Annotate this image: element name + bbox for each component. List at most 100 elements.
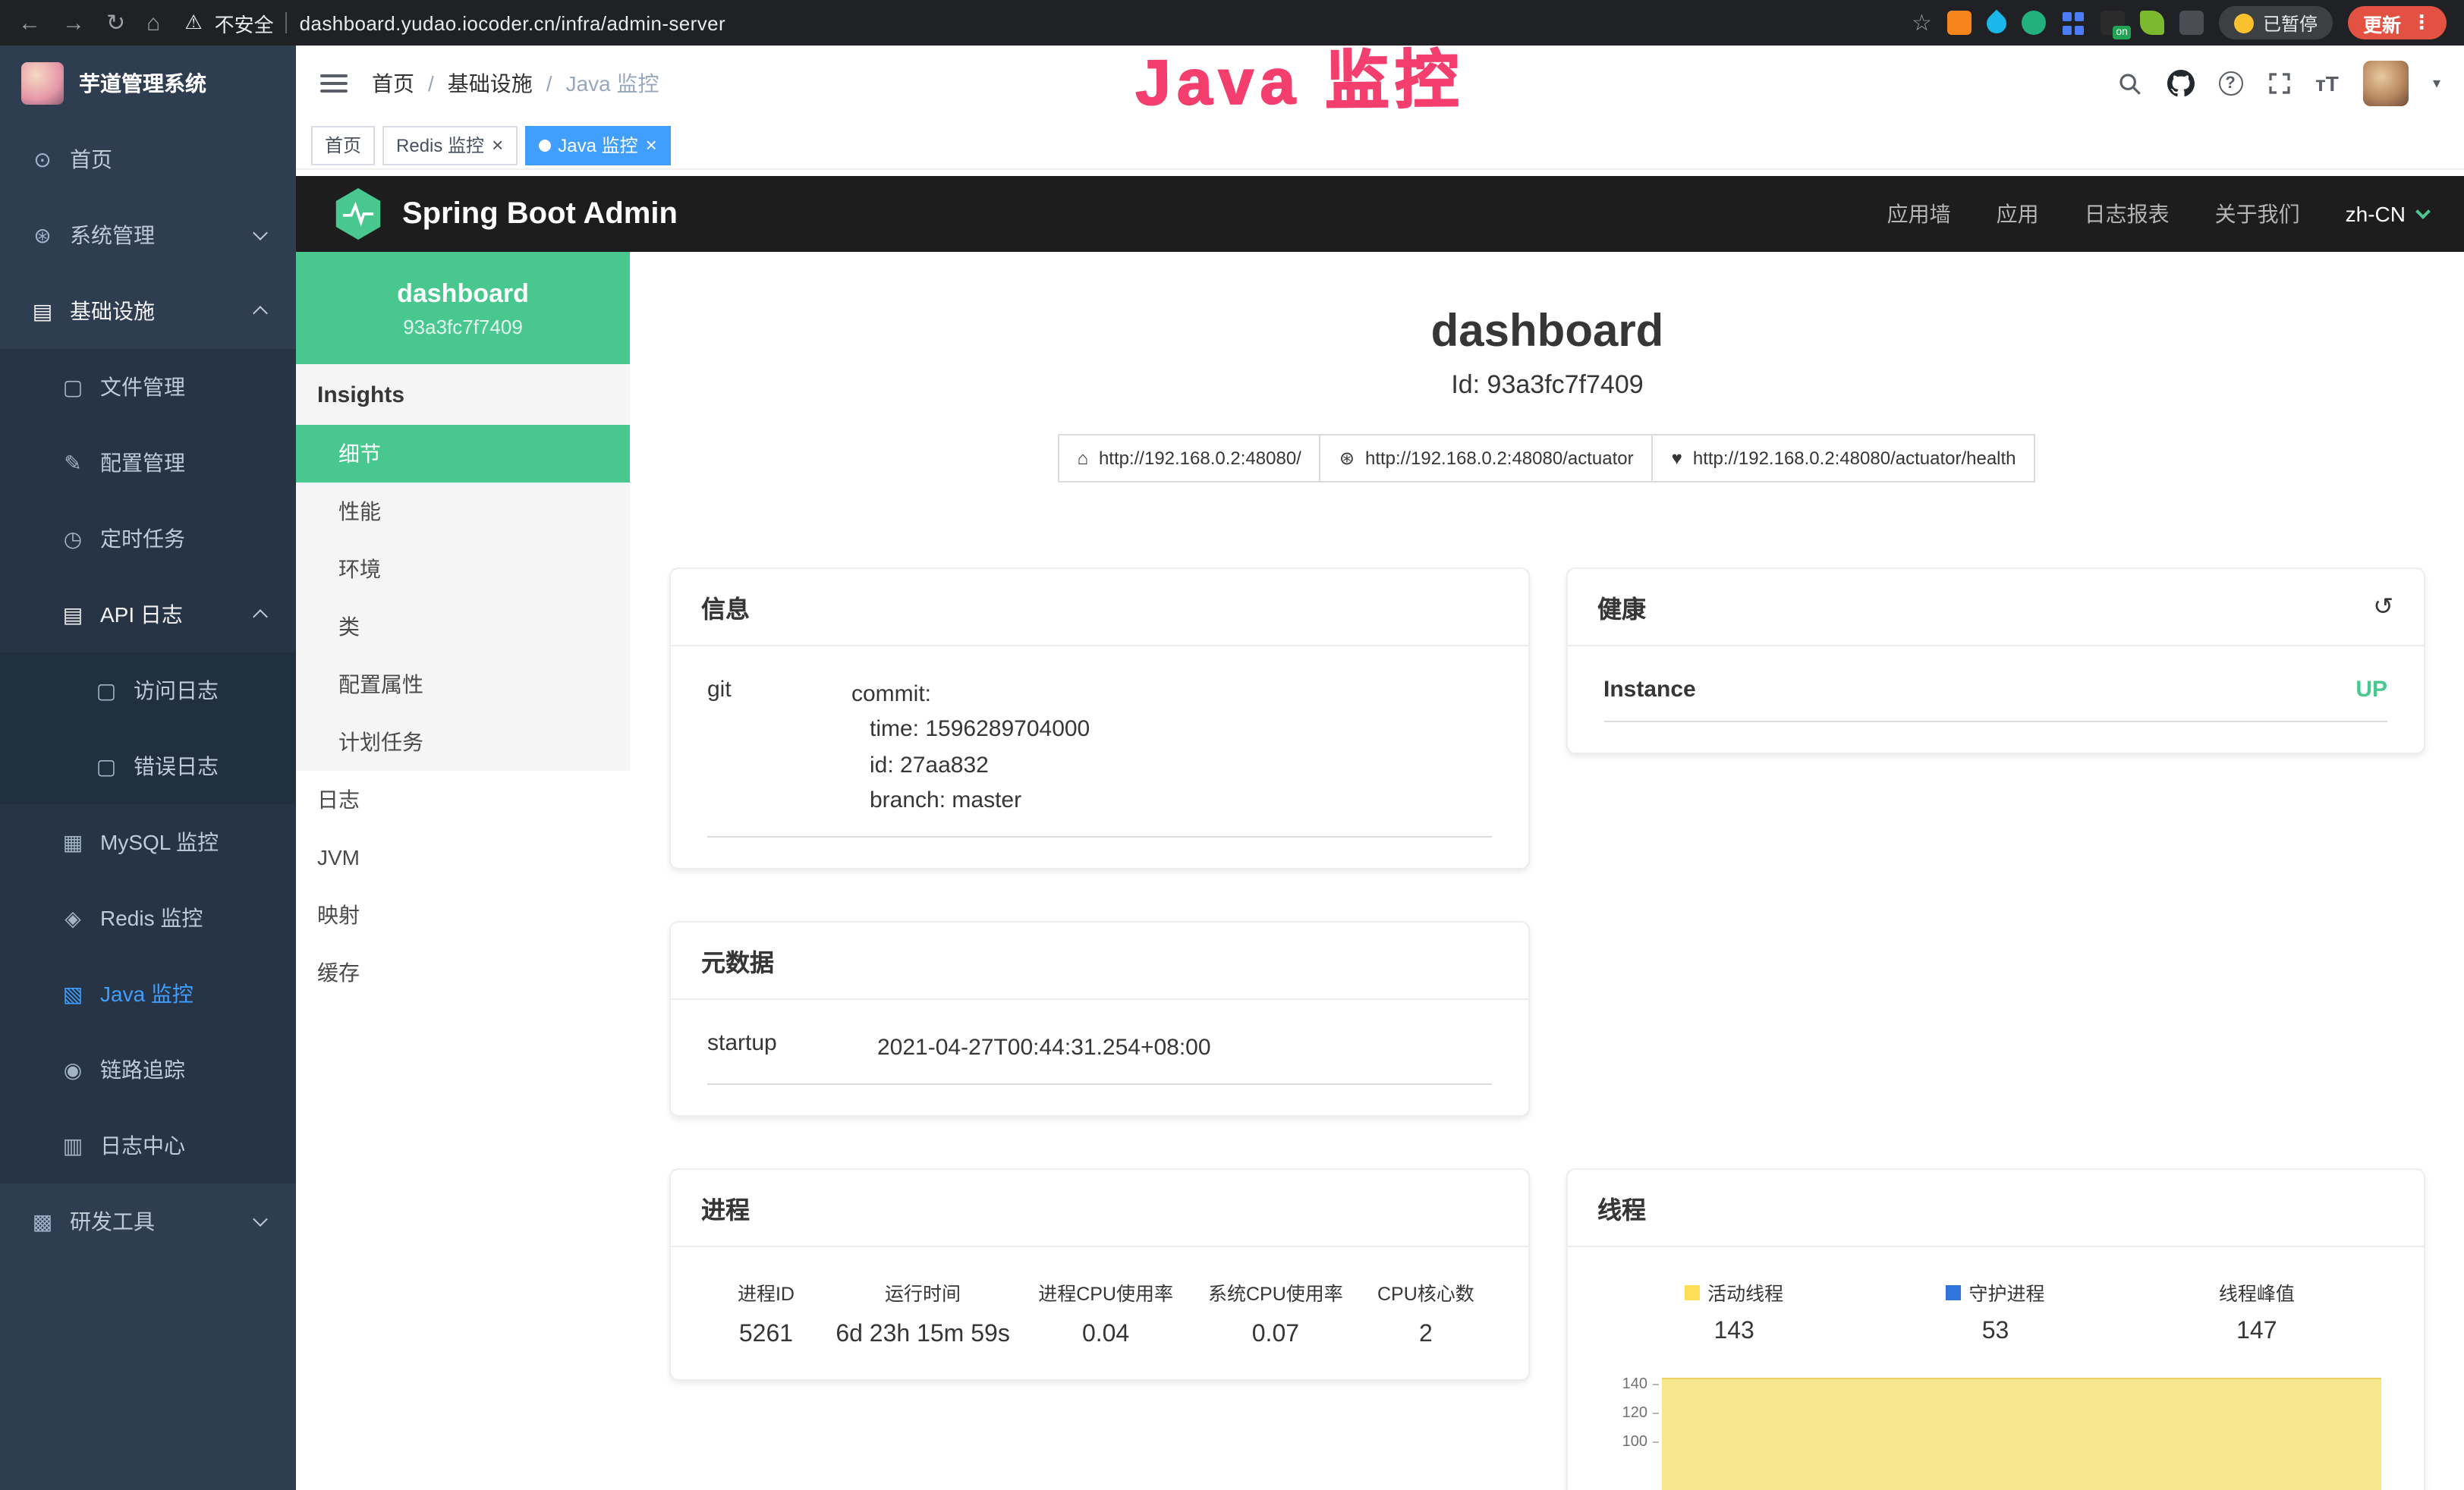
sidebar-item-java-monitor[interactable]: ▧ Java 监控 <box>0 956 296 1032</box>
error-log-icon: ▢ <box>94 753 118 779</box>
paused-badge[interactable]: 已暂停 <box>2219 6 2333 39</box>
api-log-icon: ▤ <box>61 602 85 627</box>
fullscreen-icon[interactable] <box>2267 71 2291 96</box>
search-icon[interactable] <box>2116 71 2142 96</box>
bookmark-star-icon[interactable]: ☆ <box>1912 11 1932 34</box>
card-body: git commit: time: 1596289704000 id: 27aa… <box>671 646 1528 868</box>
menu-item-logs[interactable]: 日志 <box>296 771 630 828</box>
sidebar-item-infrastructure[interactable]: ▤ 基础设施 <box>0 273 296 349</box>
kebab-menu-icon[interactable]: ⋮ <box>2412 11 2431 35</box>
dashboard-icon: ⊙ <box>30 146 55 172</box>
sidebar-item-devtools[interactable]: ▩ 研发工具 <box>0 1184 296 1259</box>
github-icon[interactable] <box>2167 70 2194 97</box>
update-button[interactable]: 更新 ⋮ <box>2348 6 2447 39</box>
sba-brand[interactable]: Spring Boot Admin <box>402 196 678 231</box>
menu-item-metrics[interactable]: 性能 <box>296 483 630 540</box>
sidebar-item-home[interactable]: ⊙ 首页 <box>0 121 296 197</box>
menu-item-classes[interactable]: 类 <box>296 598 630 655</box>
menu-item-caches[interactable]: 缓存 <box>296 944 630 1001</box>
extension-grid-icon[interactable] <box>2061 11 2085 35</box>
sidebar-item-label: 首页 <box>70 144 112 174</box>
health-url-link[interactable]: ♥ http://192.168.0.2:48080/actuator/heal… <box>1652 434 2036 483</box>
info-row-git: git commit: time: 1596289704000 id: 27aa… <box>707 677 1491 838</box>
instance-header: dashboard 93a3fc7f7409 <box>296 252 630 364</box>
extension-drop-icon[interactable] <box>1983 9 2011 37</box>
sba-nav-wallboard[interactable]: 应用墙 <box>1887 199 1951 229</box>
tab-home[interactable]: 首页 <box>311 125 375 165</box>
home-icon[interactable]: ⌂ <box>146 11 160 34</box>
extension-leaf-icon[interactable] <box>2140 11 2164 35</box>
sba-nav-about[interactable]: 关于我们 <box>2215 199 2300 229</box>
sba-logo-icon[interactable] <box>332 188 384 240</box>
forward-icon[interactable]: → <box>62 11 85 34</box>
refresh-icon[interactable]: ↻ <box>106 11 125 34</box>
url-text: dashboard.yudao.iocoder.cn/infra/admin-s… <box>300 11 725 34</box>
card-body: 活动线程 143 守护进程 <box>1567 1248 2424 1490</box>
sidebar-item-label: 研发工具 <box>70 1206 155 1237</box>
avatar[interactable] <box>2363 61 2409 106</box>
actuator-url-link[interactable]: ⊛ http://192.168.0.2:48080/actuator <box>1320 434 1654 483</box>
git-branch-line: branch: master <box>851 783 1090 819</box>
infrastructure-icon: ▤ <box>30 298 55 324</box>
breadcrumb-infrastructure[interactable]: 基础设施 <box>448 68 533 99</box>
locale-selector[interactable]: zh-CN <box>2346 202 2428 226</box>
extension-on-badge-icon[interactable]: on <box>2101 11 2125 35</box>
hamburger-icon[interactable] <box>320 74 348 93</box>
app-logo[interactable]: 芋道管理系统 <box>0 46 296 121</box>
extension-green-icon[interactable] <box>2022 11 2046 35</box>
card-title: 进程 <box>701 1190 750 1227</box>
health-row: Instance UP <box>1603 677 2387 722</box>
sidebar-item-scheduled-tasks[interactable]: ◷ 定时任务 <box>0 501 296 577</box>
sidebar-item-redis-monitor[interactable]: ◈ Redis 监控 <box>0 880 296 956</box>
page-root: ← → ↻ ⌂ ⚠ 不安全 dashboard.yudao.iocoder.cn… <box>0 0 2464 1490</box>
history-icon[interactable]: ↺ <box>2373 592 2393 622</box>
sidebar-item-mysql-monitor[interactable]: ▦ MySQL 监控 <box>0 804 296 880</box>
menu-item-scheduled-tasks[interactable]: 计划任务 <box>296 713 630 771</box>
caret-down-icon[interactable]: ▾ <box>2433 75 2440 92</box>
extension-fox-icon[interactable] <box>1947 11 1972 35</box>
menu-item-mappings[interactable]: 映射 <box>296 886 630 944</box>
close-icon[interactable]: × <box>492 135 503 155</box>
warning-icon: ⚠ <box>184 11 202 35</box>
menu-item-environment[interactable]: 环境 <box>296 540 630 598</box>
breadcrumb-current: Java 监控 <box>566 68 659 99</box>
logo-avatar <box>21 62 64 105</box>
close-icon[interactable]: × <box>646 135 657 155</box>
card-header: 元数据 <box>671 923 1528 1000</box>
instance-name: dashboard <box>397 278 529 309</box>
card-header: 信息 <box>671 569 1528 646</box>
sidebar-item-error-logs[interactable]: ▢ 错误日志 <box>0 728 296 804</box>
devtools-icon: ▩ <box>30 1209 55 1234</box>
process-card: 进程 进程ID 运行时间 进程CPU使用率 系统CPU使用率 CPU核心数 <box>669 1169 1529 1382</box>
sidebar-item-system[interactable]: ⊛ 系统管理 <box>0 197 296 273</box>
git-time-line: time: 1596289704000 <box>851 712 1090 748</box>
tab-label: Java 监控 <box>558 132 637 158</box>
row-value: 2021-04-27T00:44:31.254+08:00 <box>877 1030 1211 1066</box>
menu-item-config-props[interactable]: 配置属性 <box>296 655 630 713</box>
sidebar-item-label: MySQL 监控 <box>100 827 219 857</box>
sidebar-item-file-management[interactable]: ▢ 文件管理 <box>0 349 296 425</box>
sidebar-item-api-logs[interactable]: ▤ API 日志 <box>0 577 296 652</box>
sba-body: dashboard 93a3fc7f7409 Insights 细节 性能 环境… <box>296 252 2464 1490</box>
smiley-icon <box>2234 13 2254 33</box>
sba-nav-applications[interactable]: 应用 <box>1997 199 2039 229</box>
tab-java-monitor[interactable]: Java 监控 × <box>524 125 671 165</box>
menu-item-jvm[interactable]: JVM <box>296 828 630 886</box>
breadcrumb-home[interactable]: 首页 <box>372 68 414 99</box>
extension-puzzle-icon[interactable] <box>2179 11 2204 35</box>
back-icon[interactable]: ← <box>18 11 41 34</box>
service-url-link[interactable]: ⌂ http://192.168.0.2:48080/ <box>1057 434 1320 483</box>
sidebar-item-access-logs[interactable]: ▢ 访问日志 <box>0 652 296 728</box>
font-size-icon[interactable]: тT <box>2315 71 2339 96</box>
heart-icon: ♥ <box>1672 448 1682 469</box>
tab-redis-monitor[interactable]: Redis 监控 × <box>382 125 517 165</box>
sba-nav: 应用墙 应用 日志报表 关于我们 zh-CN <box>1887 199 2428 229</box>
help-icon[interactable]: ? <box>2218 71 2242 96</box>
sidebar-item-log-center[interactable]: ▥ 日志中心 <box>0 1108 296 1184</box>
sidebar-item-trace[interactable]: ◉ 链路追踪 <box>0 1032 296 1108</box>
sba-nav-journal[interactable]: 日志报表 <box>2085 199 2170 229</box>
menu-item-details[interactable]: 细节 <box>296 425 630 483</box>
legend-label: 线程峰值 <box>2219 1278 2295 1307</box>
sidebar-item-config-management[interactable]: ✎ 配置管理 <box>0 425 296 501</box>
address-bar[interactable]: ⚠ 不安全 dashboard.yudao.iocoder.cn/infra/a… <box>184 8 1899 37</box>
